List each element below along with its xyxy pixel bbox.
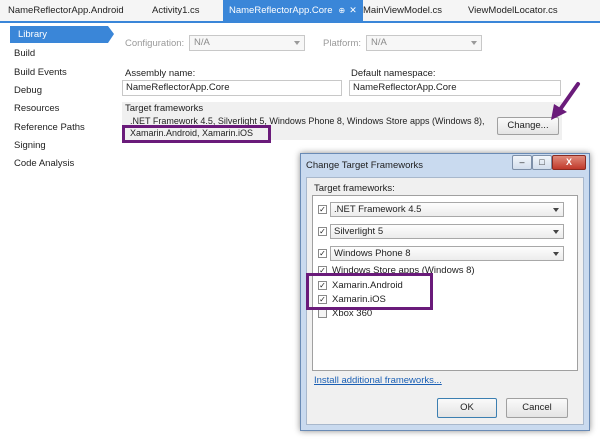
- document-tab-strip: NameReflectorApp.Android Activity1.cs Na…: [0, 0, 600, 22]
- platform-label: Platform:: [323, 38, 362, 49]
- install-frameworks-link[interactable]: Install additional frameworks...: [314, 375, 442, 386]
- configuration-value: N/A: [194, 37, 210, 48]
- ok-button[interactable]: OK: [437, 398, 497, 418]
- checkbox-silverlight[interactable]: ✓: [318, 227, 327, 236]
- checkbox-windows-phone[interactable]: ✓: [318, 249, 327, 258]
- configuration-select[interactable]: N/A: [189, 35, 305, 51]
- tab-activity1-cs[interactable]: Activity1.cs: [146, 0, 206, 21]
- nav-item-code-analysis[interactable]: Code Analysis: [14, 158, 74, 169]
- dropdown-value: Windows Phone 8: [334, 248, 411, 259]
- default-namespace-field[interactable]: NameReflectorApp.Core: [349, 80, 561, 96]
- chevron-down-icon: [294, 41, 300, 45]
- target-frameworks-label: Target frameworks: [125, 103, 204, 114]
- maximize-button[interactable]: □: [532, 155, 552, 170]
- tab-label: ViewModelLocator.cs: [468, 5, 558, 16]
- silverlight-dropdown[interactable]: Silverlight 5: [330, 224, 564, 239]
- dialog-title: Change Target Frameworks: [306, 160, 424, 171]
- nav-item-library[interactable]: Library: [10, 26, 108, 43]
- dropdown-value: .NET Framework 4.5: [334, 204, 422, 215]
- minimize-button[interactable]: –: [512, 155, 532, 170]
- checkbox-xbox[interactable]: [318, 309, 327, 318]
- cancel-button[interactable]: Cancel: [506, 398, 568, 418]
- nav-item-build[interactable]: Build: [14, 48, 35, 59]
- tab-label: Activity1.cs: [152, 5, 200, 16]
- configuration-label: Configuration:: [125, 38, 185, 49]
- net-framework-dropdown[interactable]: .NET Framework 4.5: [330, 202, 564, 217]
- tab-label: NameReflectorApp.Core: [229, 5, 333, 16]
- close-button[interactable]: X: [552, 155, 586, 170]
- tab-mainviewmodel-cs[interactable]: MainViewModel.cs: [357, 0, 448, 21]
- close-icon[interactable]: ✕: [349, 0, 357, 21]
- assembly-name-label: Assembly name:: [125, 68, 196, 79]
- nav-item-build-events[interactable]: Build Events: [14, 67, 67, 78]
- dialog-target-frameworks-label: Target frameworks:: [314, 183, 395, 194]
- assembly-name-field[interactable]: NameReflectorApp.Core: [122, 80, 342, 96]
- checkbox-net-framework[interactable]: ✓: [318, 205, 327, 214]
- pin-icon[interactable]: ⊕: [339, 0, 346, 21]
- chevron-down-icon: [553, 252, 559, 256]
- nav-selected-arrow: [108, 26, 114, 43]
- chevron-down-icon: [471, 41, 477, 45]
- nav-item-signing[interactable]: Signing: [14, 140, 46, 151]
- chevron-down-icon: [553, 230, 559, 234]
- nav-item-reference-paths[interactable]: Reference Paths: [14, 122, 85, 133]
- windows-phone-dropdown[interactable]: Windows Phone 8: [330, 246, 564, 261]
- dropdown-value: Silverlight 5: [334, 226, 384, 237]
- tab-label: MainViewModel.cs: [363, 5, 443, 16]
- nav-item-debug[interactable]: Debug: [14, 85, 42, 96]
- tab-label: NameReflectorApp.Android: [8, 5, 124, 16]
- highlight-box-summary: [122, 125, 271, 143]
- platform-value: N/A: [371, 37, 387, 48]
- nav-item-resources[interactable]: Resources: [14, 103, 59, 114]
- default-namespace-label: Default namespace:: [351, 68, 436, 79]
- chevron-down-icon: [553, 208, 559, 212]
- tab-viewmodellocator-cs[interactable]: ViewModelLocator.cs: [462, 0, 564, 21]
- annotation-arrow-icon: [551, 82, 580, 120]
- highlight-box-xamarin: [306, 273, 433, 310]
- tab-namereflectorapp-core[interactable]: NameReflectorApp.Core ⊕ ✕: [223, 0, 363, 21]
- tab-namereflectorapp-android[interactable]: NameReflectorApp.Android: [2, 0, 130, 21]
- tab-underline: [0, 21, 600, 23]
- platform-select[interactable]: N/A: [366, 35, 482, 51]
